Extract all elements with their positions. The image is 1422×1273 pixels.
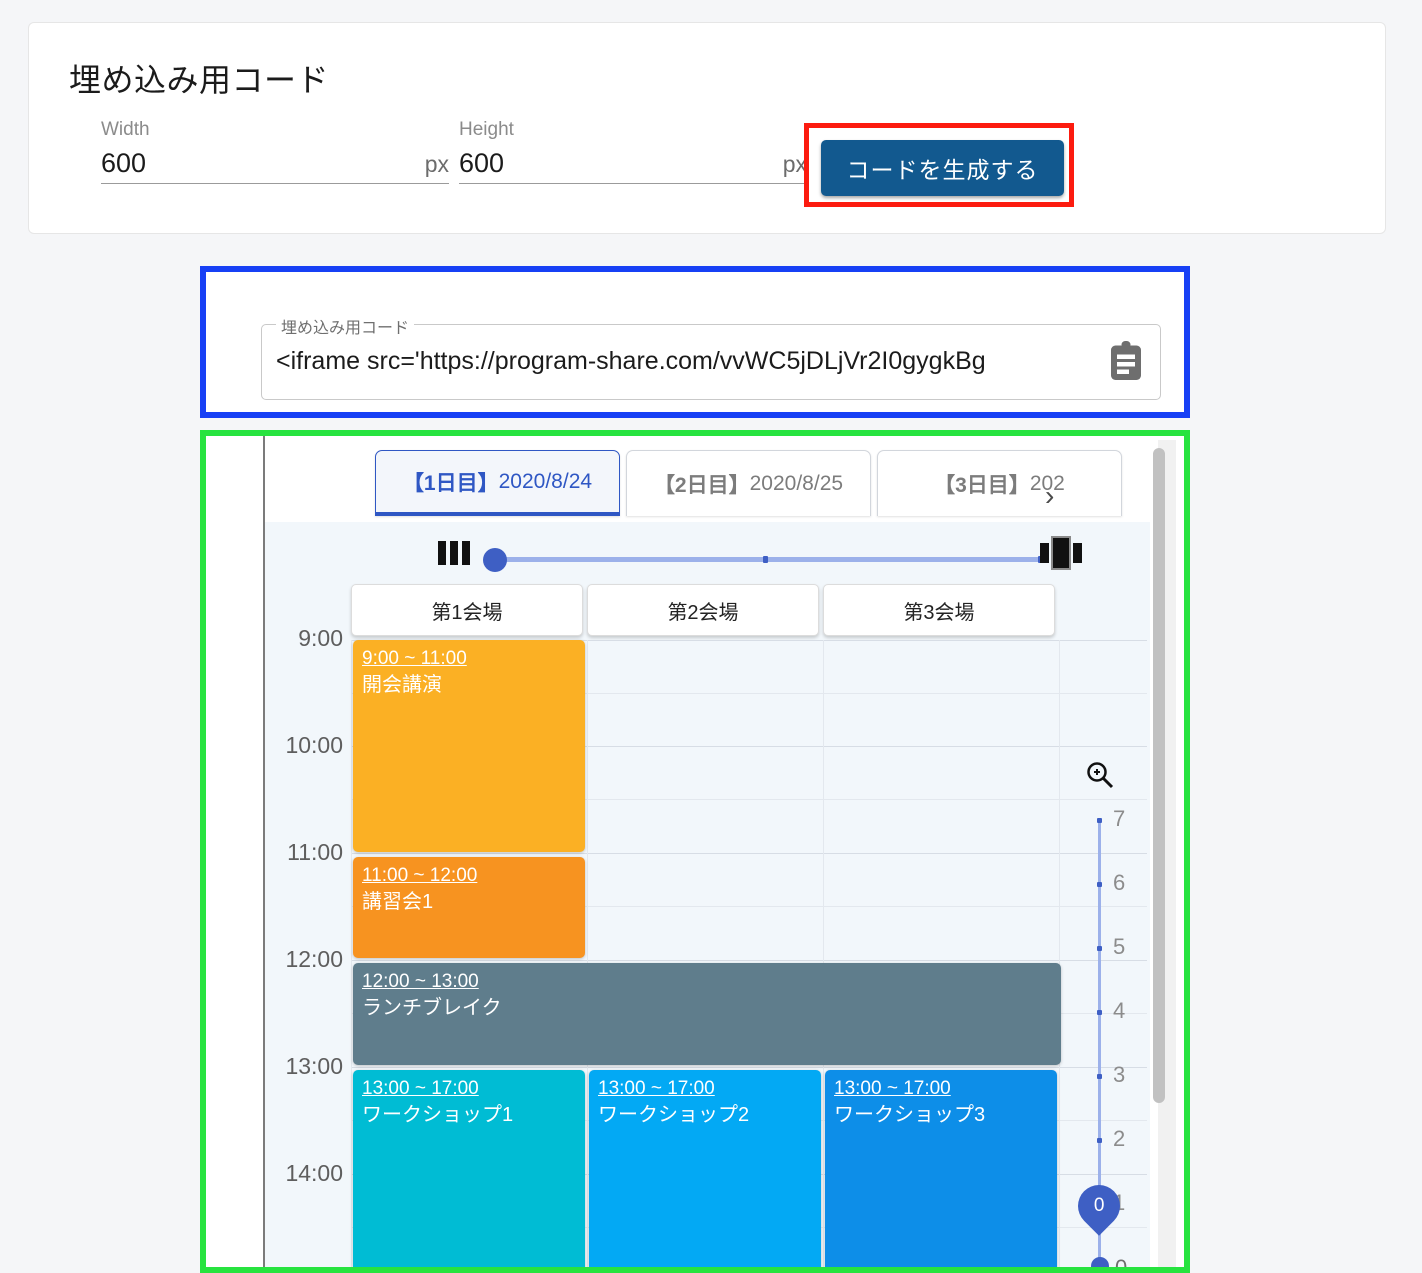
embed-preview-highlight: 【1日目】 2020/8/24 【2日目】 2020/8/25 【3日目】 20…: [200, 430, 1190, 1273]
height-input[interactable]: 600: [459, 147, 504, 179]
embed-code-input[interactable]: <iframe src='https://program-share.com/v…: [276, 339, 1066, 383]
event-time: 12:00 ~ 13:00: [362, 971, 479, 992]
event-block[interactable]: 13:00 ~ 17:00 ワークショップ1: [353, 1070, 585, 1267]
event-title: ワークショップ3: [834, 1104, 986, 1126]
column-width-track[interactable]: [495, 556, 1043, 563]
event-time: 9:00 ~ 11:00: [362, 648, 467, 669]
event-block[interactable]: 9:00 ~ 11:00 開会講演: [353, 640, 585, 852]
column-width-slider: [265, 526, 1150, 580]
venue-headers: 第1会場 第2会場 第3会場: [351, 584, 1061, 640]
event-block[interactable]: 13:00 ~ 17:00 ワークショップ3: [825, 1070, 1057, 1267]
tab-day-3[interactable]: 【3日目】 202: [877, 450, 1122, 516]
zoom-slider: 7 6 5 4 3 2 1 0 0: [1065, 762, 1145, 1273]
zoom-tick-7: 7: [1113, 806, 1126, 831]
event-title: ワークショップ2: [598, 1104, 750, 1126]
venue-header-3[interactable]: 第3会場: [823, 584, 1055, 636]
narrow-columns-icon[interactable]: [437, 540, 471, 571]
tab-day-2-date: 2020/8/25: [749, 471, 844, 495]
tab-day-2[interactable]: 【2日目】 2020/8/25: [626, 450, 871, 516]
tab-day-1-label: 【1日目】: [402, 471, 499, 495]
zoom-tick-0: 0: [1115, 1255, 1128, 1273]
zoom-tick-4: 4: [1113, 998, 1126, 1023]
tab-day-1-date: 2020/8/24: [498, 469, 593, 493]
embed-code-fieldset: 埋め込み用コード <iframe src='https://program-sh…: [261, 314, 1161, 400]
schedule-grid: 9:00 10:00 11:00 12:00 13:00 14:00 9:00 …: [265, 625, 1150, 1273]
time-label-1400: 14:00: [285, 1160, 343, 1186]
zoom-tick-6: 6: [1113, 870, 1126, 895]
event-title: 講習会1: [362, 891, 434, 913]
clipboard-icon[interactable]: [1108, 341, 1144, 383]
zoom-tick-5: 5: [1113, 934, 1126, 959]
wide-columns-icon[interactable]: [1040, 536, 1082, 575]
event-title: 開会講演: [362, 674, 442, 696]
zoom-slider-thumb[interactable]: [1091, 1257, 1109, 1267]
tab-day-2-label: 【2日目】: [653, 473, 750, 497]
event-time: 13:00 ~ 17:00: [834, 1078, 951, 1099]
width-input[interactable]: 600: [101, 147, 146, 179]
generate-button-highlight: コードを生成する: [804, 123, 1074, 207]
generate-code-button[interactable]: コードを生成する: [821, 140, 1064, 196]
event-block[interactable]: 13:00 ~ 17:00 ワークショップ2: [589, 1070, 821, 1267]
height-label: Height: [459, 119, 514, 140]
day-tabs: 【1日目】 2020/8/24 【2日目】 2020/8/25 【3日目】 20…: [265, 450, 1150, 522]
iframe-scrollbar-track[interactable]: [1153, 440, 1176, 1267]
chevron-right-icon[interactable]: ›: [1045, 480, 1054, 512]
column-width-thumb[interactable]: [483, 548, 507, 572]
page-title: 埋め込み用コード: [69, 62, 330, 98]
event-block[interactable]: 11:00 ~ 12:00 講習会1: [353, 857, 585, 958]
time-label-1100: 11:00: [287, 839, 343, 865]
zoom-tick-3: 3: [1113, 1062, 1126, 1087]
height-field-group: Height 600 px: [459, 119, 807, 184]
program-iframe: 【1日目】 2020/8/24 【2日目】 2020/8/25 【3日目】 20…: [265, 436, 1150, 1273]
event-time: 11:00 ~ 12:00: [362, 865, 478, 886]
embed-code-card: 埋め込み用コード Width 600 px Height 600 px コードを…: [28, 22, 1386, 234]
embed-code-output-highlight: 埋め込み用コード <iframe src='https://program-sh…: [200, 266, 1190, 418]
tab-day-3-label: 【3日目】: [934, 473, 1030, 497]
time-label-1300: 13:00: [285, 1053, 343, 1079]
width-label: Width: [101, 119, 150, 140]
venue-header-2[interactable]: 第2会場: [587, 584, 819, 636]
width-field-group: Width 600 px: [101, 119, 449, 184]
embed-code-legend: 埋め込み用コード: [276, 314, 415, 338]
zoom-tick-2: 2: [1113, 1126, 1126, 1151]
event-time: 13:00 ~ 17:00: [598, 1078, 715, 1099]
event-title: ランチブレイク: [362, 997, 502, 1019]
event-time: 13:00 ~ 17:00: [362, 1078, 479, 1099]
time-label-0900: 9:00: [298, 625, 343, 651]
iframe-scrollbar-thumb[interactable]: [1153, 448, 1165, 1103]
time-label-1200: 12:00: [285, 946, 343, 972]
venue-header-1[interactable]: 第1会場: [351, 584, 583, 636]
program-calendar: 第1会場 第2会場 第3会場 9:00 10:00 11:00 12:00 13…: [265, 522, 1150, 1273]
zoom-value-balloon: 0: [1069, 1176, 1129, 1236]
zoom-in-icon[interactable]: [1085, 760, 1115, 795]
slider-mark-mid: [763, 556, 768, 563]
event-title: ワークショップ1: [362, 1104, 514, 1126]
width-unit: px: [424, 151, 449, 177]
zoom-value: 0: [1093, 1195, 1105, 1217]
time-label-1000: 10:00: [285, 732, 343, 758]
event-block[interactable]: 12:00 ~ 13:00 ランチブレイク: [353, 963, 1061, 1065]
tab-day-1[interactable]: 【1日目】 2020/8/24: [375, 450, 620, 516]
